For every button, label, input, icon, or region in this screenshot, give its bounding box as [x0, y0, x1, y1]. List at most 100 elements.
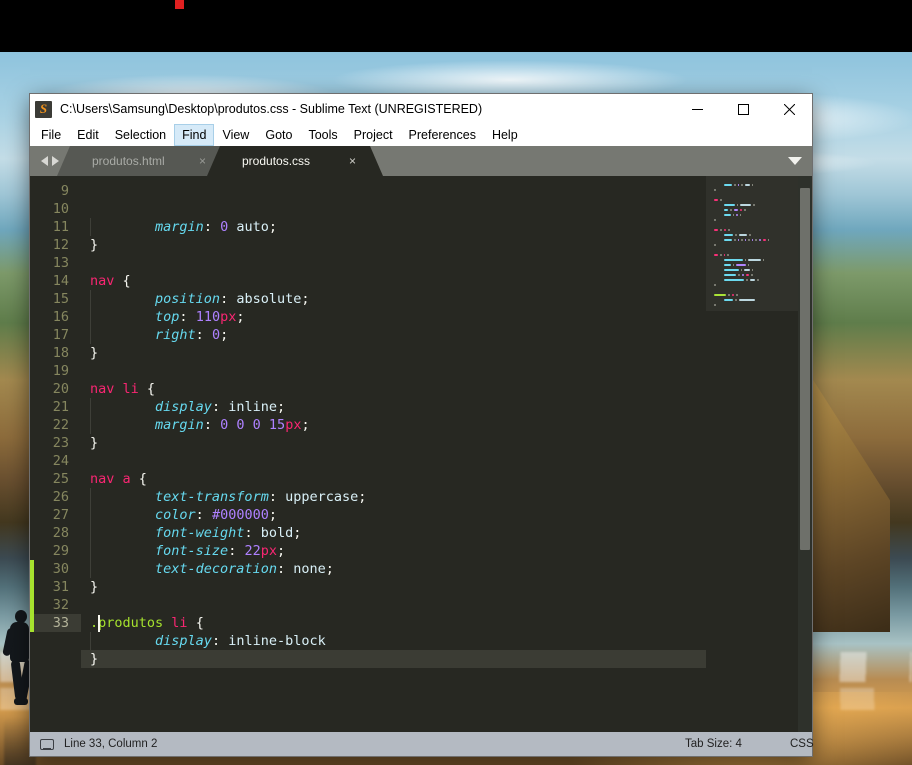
- code-line[interactable]: [81, 254, 706, 272]
- menu-file[interactable]: File: [33, 124, 69, 146]
- token-pun: :: [195, 327, 212, 343]
- menu-help[interactable]: Help: [484, 124, 526, 146]
- token-pun: :: [179, 309, 196, 325]
- token-val: auto: [236, 219, 269, 235]
- code-line[interactable]: }: [81, 434, 706, 452]
- token-num: 22: [244, 543, 261, 559]
- tab-produtos-css[interactable]: produtos.css ×: [220, 146, 370, 176]
- code-line[interactable]: }: [81, 650, 706, 668]
- arrow-right-icon[interactable]: [52, 156, 59, 166]
- code-line[interactable]: nav a {: [81, 470, 706, 488]
- code-line[interactable]: }: [81, 578, 706, 596]
- code-line[interactable]: margin: 0 0 0 15px;: [81, 416, 706, 434]
- vertical-scrollbar[interactable]: [798, 176, 812, 732]
- code-line[interactable]: position: absolute;: [81, 290, 706, 308]
- minimap-token: [734, 183, 736, 186]
- minimap-token: [767, 238, 770, 241]
- menu-find[interactable]: Find: [174, 124, 215, 146]
- minimap-token: [724, 238, 733, 241]
- token-num: 0: [236, 417, 245, 433]
- line-number: 32: [52, 597, 69, 613]
- token-val: none: [293, 561, 326, 577]
- token-pun: :: [228, 543, 245, 559]
- arrow-left-icon[interactable]: [41, 156, 48, 166]
- panel-toggle-icon[interactable]: [40, 738, 54, 750]
- token-pun: ;: [358, 489, 367, 505]
- tab-size-label[interactable]: Tab Size: 4: [685, 738, 742, 750]
- minimap-token: [737, 238, 740, 241]
- minimap-token: [714, 218, 716, 221]
- token-pun: :: [203, 219, 221, 235]
- indent-guide: [90, 506, 91, 524]
- menu-tools[interactable]: Tools: [300, 124, 345, 146]
- code-line[interactable]: display: inline-block: [81, 632, 706, 650]
- token-pun: {: [187, 615, 204, 631]
- code-line[interactable]: [81, 452, 706, 470]
- minimap-token: [747, 263, 750, 266]
- chevron-down-icon[interactable]: [788, 157, 802, 165]
- code-line[interactable]: margin: 0 auto;: [81, 218, 706, 236]
- code-line[interactable]: font-size: 22px;: [81, 542, 706, 560]
- syntax-label[interactable]: CSS: [790, 738, 814, 750]
- code-line[interactable]: font-weight: bold;: [81, 524, 706, 542]
- tab-close-icon[interactable]: ×: [196, 154, 209, 168]
- scrollbar-thumb[interactable]: [800, 188, 810, 550]
- close-icon[interactable]: [766, 94, 812, 124]
- code-content[interactable]: margin: 0 auto;} nav { position: absolute…: [81, 176, 706, 732]
- token-pun: :: [276, 561, 294, 577]
- minimap-token: [738, 273, 740, 276]
- code-line[interactable]: .produtos li {: [81, 614, 706, 632]
- token-pun: ;: [293, 525, 302, 541]
- minimap-token: [720, 228, 722, 231]
- token-pun: }: [90, 237, 99, 253]
- indent-guide: [90, 542, 91, 560]
- indent-guide: [90, 488, 91, 506]
- window-titlebar[interactable]: C:\Users\Samsung\Desktop\produtos.css - …: [30, 94, 812, 124]
- token-pun: }: [90, 579, 99, 595]
- minimap-token: [748, 258, 761, 261]
- menu-selection[interactable]: Selection: [107, 124, 174, 146]
- token-prop: right: [155, 327, 196, 343]
- tab-close-icon[interactable]: ×: [346, 154, 359, 168]
- code-line[interactable]: nav li {: [81, 380, 706, 398]
- code-line[interactable]: color: #000000;: [81, 506, 706, 524]
- code-line[interactable]: nav {: [81, 272, 706, 290]
- maximize-icon[interactable]: [720, 94, 766, 124]
- minimap-token: [735, 298, 737, 301]
- minimap-token: [746, 278, 748, 281]
- tab-produtos-html[interactable]: produtos.html ×: [70, 146, 220, 176]
- code-line[interactable]: [81, 596, 706, 614]
- menu-goto[interactable]: Goto: [257, 124, 300, 146]
- menu-preferences[interactable]: Preferences: [401, 124, 484, 146]
- minimap[interactable]: [706, 176, 798, 732]
- minimap-token: [728, 228, 730, 231]
- minimap-token: [733, 208, 738, 211]
- token-prop: margin: [155, 417, 204, 433]
- code-line[interactable]: top: 110px;: [81, 308, 706, 326]
- token-prop: margin: [155, 219, 204, 235]
- minimap-token: [736, 213, 738, 216]
- code-line[interactable]: [81, 362, 706, 380]
- code-line[interactable]: }: [81, 236, 706, 254]
- menu-edit[interactable]: Edit: [69, 124, 107, 146]
- menu-view[interactable]: View: [214, 124, 257, 146]
- minimap-token: [744, 258, 747, 261]
- editor-area[interactable]: 9 10 11 12 13 14 15 16 17 18 19 20 21 22 23 24 25 26 27 28 2…: [30, 176, 812, 732]
- minimap-token: [714, 198, 719, 201]
- minimap-token: [724, 258, 743, 261]
- minimize-icon[interactable]: [674, 94, 720, 124]
- minimap-token: [740, 203, 752, 206]
- code-line[interactable]: text-decoration: none;: [81, 560, 706, 578]
- code-line[interactable]: display: inline;: [81, 398, 706, 416]
- minimap-token: [724, 278, 745, 281]
- tab-overflow-dropdown[interactable]: [778, 146, 812, 176]
- token-pun: :: [211, 399, 229, 415]
- minimap-token: [741, 273, 745, 276]
- code-line[interactable]: right: 0;: [81, 326, 706, 344]
- code-line[interactable]: }: [81, 344, 706, 362]
- minimap-token: [720, 253, 722, 256]
- minimap-token: [732, 263, 735, 266]
- code-line[interactable]: text-transform: uppercase;: [81, 488, 706, 506]
- menu-project[interactable]: Project: [346, 124, 401, 146]
- minimap-token: [755, 238, 757, 241]
